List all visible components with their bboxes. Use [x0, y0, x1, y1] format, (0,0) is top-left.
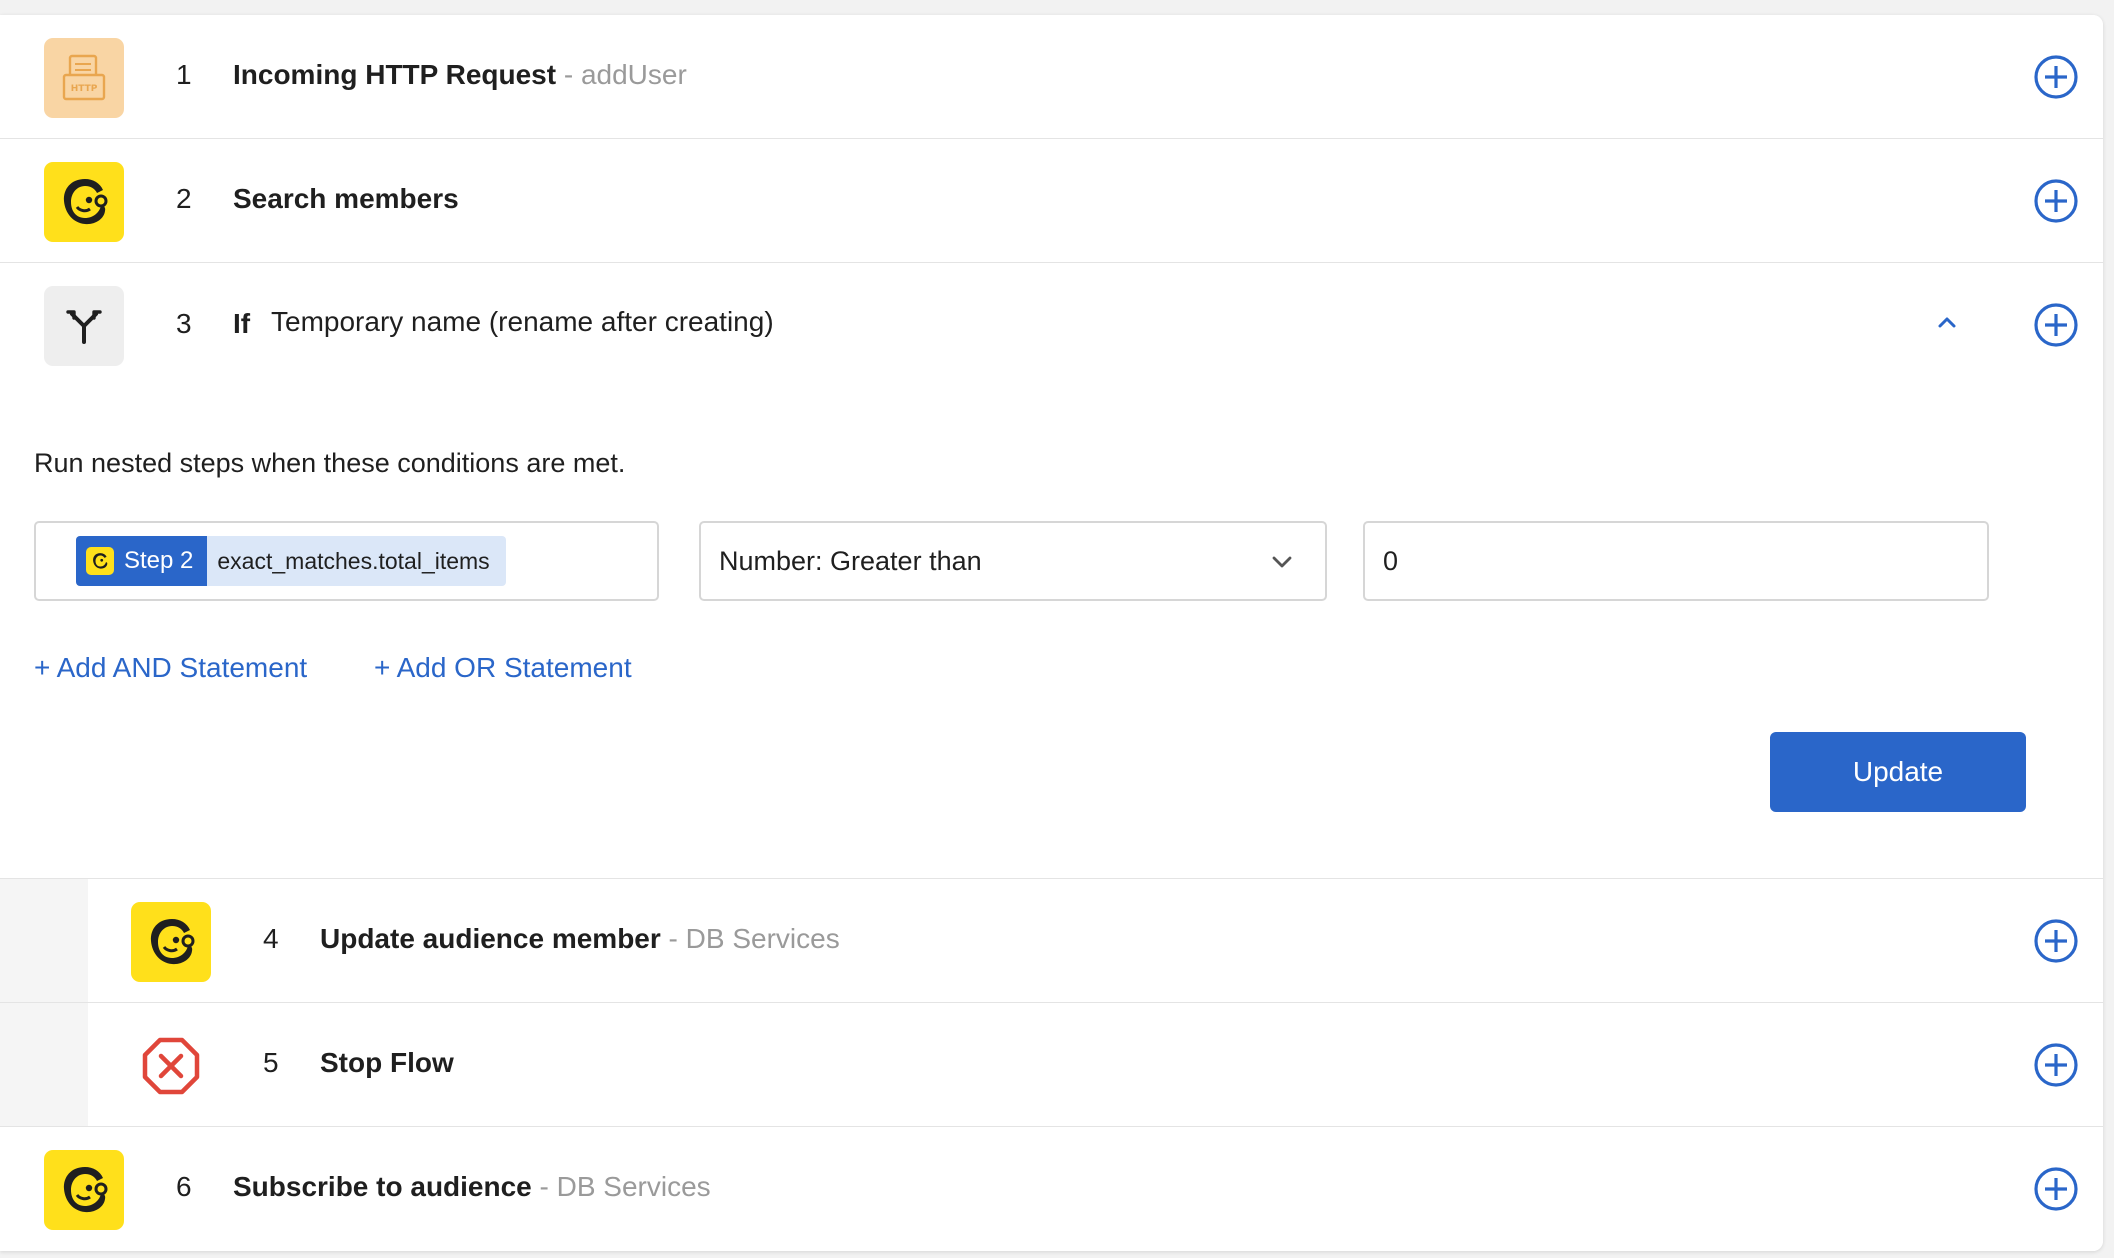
plus-circle-icon	[2034, 919, 2078, 963]
step-number: 3	[176, 308, 192, 339]
nesting-indent	[0, 1003, 88, 1126]
step-number: 2	[176, 183, 192, 214]
mailchimp-icon	[131, 902, 211, 982]
step-row-5[interactable]: 5 Stop Flow	[0, 1003, 2103, 1127]
mailchimp-icon	[44, 1150, 124, 1230]
step-row-4[interactable]: 4 Update audience member - DB Services	[0, 879, 2103, 1003]
step-row-1[interactable]: HTTP 1 Incoming HTTP Request - addUser	[0, 15, 2103, 139]
step-row-3[interactable]: 3 If Temporary name (rename after creati…	[0, 263, 2103, 387]
step-subtitle: - addUser	[556, 59, 687, 90]
mailchimp-icon	[44, 162, 124, 242]
step-number: 1	[176, 59, 192, 90]
plus-circle-icon	[2034, 179, 2078, 223]
step-title: Search members	[233, 183, 459, 214]
add-step-button[interactable]	[2033, 302, 2079, 348]
nesting-indent	[0, 879, 88, 1002]
add-step-button[interactable]	[2033, 178, 2079, 224]
step-row-6[interactable]: 6 Subscribe to audience - DB Services	[0, 1127, 2103, 1251]
chevron-up-icon	[1938, 317, 1956, 328]
add-and-statement-link[interactable]: + Add AND Statement	[34, 652, 307, 684]
plus-circle-icon	[2034, 1167, 2078, 1211]
step-number: 6	[176, 1171, 192, 1202]
step-subtitle: - DB Services	[531, 1171, 711, 1202]
step-number: 4	[263, 923, 279, 954]
step-title: Incoming HTTP Request - addUser	[233, 59, 687, 90]
step-row-2[interactable]: 2 Search members	[0, 139, 2103, 263]
branch-icon	[44, 286, 124, 366]
token-step-label: Step 2	[76, 536, 208, 586]
condition-editor: Run nested steps when these conditions a…	[0, 386, 2103, 879]
flow-steps-panel: HTTP 1 Incoming HTTP Request - addUser 2…	[0, 15, 2103, 1251]
step-title: Stop Flow	[320, 1047, 454, 1078]
plus-circle-icon	[2034, 55, 2078, 99]
if-keyword: If	[233, 308, 251, 339]
svg-text:HTTP: HTTP	[71, 84, 98, 94]
add-step-button[interactable]	[2033, 54, 2079, 100]
add-step-button[interactable]	[2033, 1166, 2079, 1212]
token-path-label: exact_matches.total_items	[207, 536, 506, 586]
step-token[interactable]: Step 2 exact_matches.total_items	[76, 536, 506, 586]
chevron-down-icon	[1269, 549, 1295, 580]
condition-value: 0	[1383, 546, 1399, 576]
plus-circle-icon	[2034, 1043, 2078, 1087]
add-step-button[interactable]	[2033, 918, 2079, 964]
step-title: Update audience member - DB Services	[320, 923, 840, 954]
condition-left-operand[interactable]: Step 2 exact_matches.total_items	[34, 521, 659, 601]
operator-select-value: Number: Greater than	[719, 546, 982, 576]
step-title: Temporary name (rename after creating)	[271, 306, 774, 337]
plus-circle-icon	[2034, 303, 2078, 347]
stop-icon	[131, 1026, 211, 1106]
add-step-button[interactable]	[2033, 1042, 2079, 1088]
step-title: Subscribe to audience - DB Services	[233, 1171, 711, 1202]
step-number: 5	[263, 1047, 279, 1078]
mailchimp-icon	[86, 547, 114, 575]
operator-select[interactable]: Number: Greater than	[699, 521, 1327, 601]
step-subtitle: - DB Services	[660, 923, 840, 954]
collapse-button[interactable]	[1932, 307, 1962, 337]
condition-value-input[interactable]: 0	[1363, 521, 1989, 601]
condition-description: Run nested steps when these conditions a…	[34, 448, 626, 478]
update-button[interactable]: Update	[1770, 732, 2026, 812]
add-or-statement-link[interactable]: + Add OR Statement	[374, 652, 632, 684]
http-icon: HTTP	[44, 38, 124, 118]
